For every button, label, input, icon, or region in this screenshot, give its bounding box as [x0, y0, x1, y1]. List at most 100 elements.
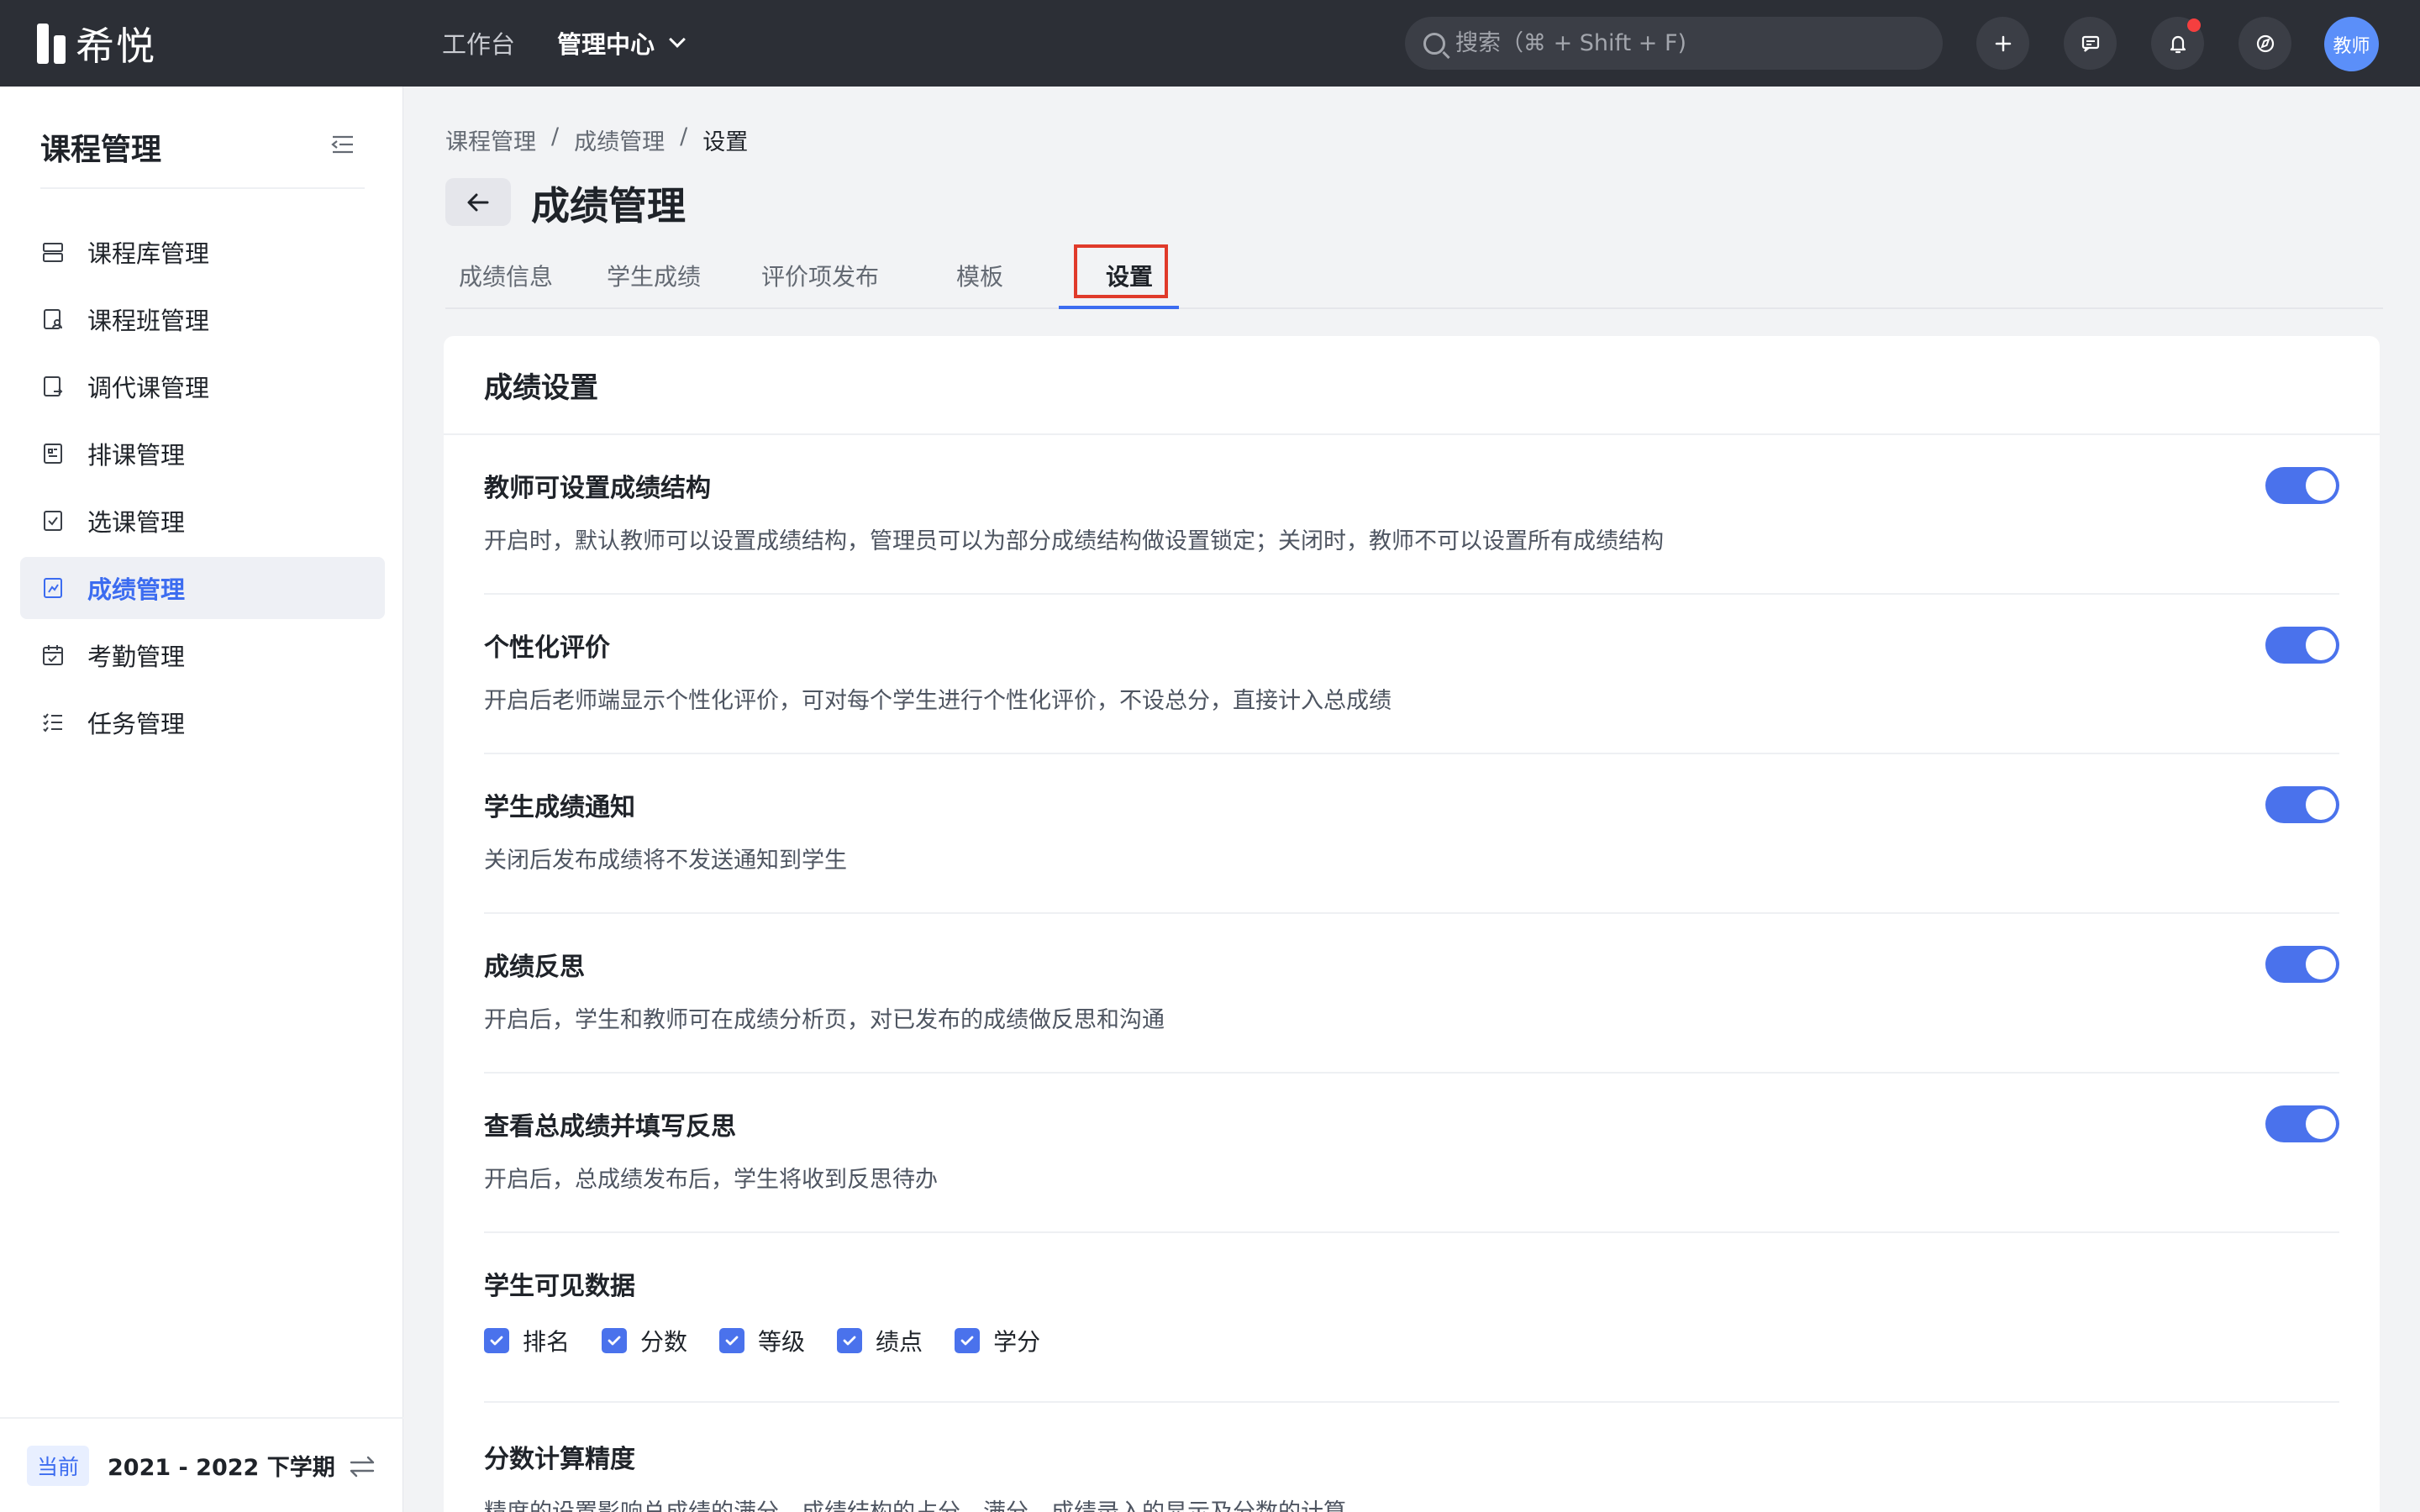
- setting-desc: 开启后，总成绩发布后，学生将收到反思待办: [484, 1167, 938, 1193]
- current-term-tag: 当前: [27, 1445, 90, 1486]
- notifications-button[interactable]: [2151, 17, 2204, 70]
- sidebar-item-label: 调代课管理: [87, 374, 210, 402]
- nav-admin-center[interactable]: 管理中心: [557, 25, 686, 60]
- visible-data-options: 排名 分数 等级 绩点 学分: [484, 1324, 1040, 1357]
- sidebar-item-course-library[interactable]: 课程库管理: [20, 221, 385, 283]
- setting-teacher-structure: 教师可设置成绩结构 开启时，默认教师可以设置成绩结构，管理员可以为部分成绩结构做…: [484, 435, 2339, 595]
- search-input[interactable]: [1455, 30, 1926, 56]
- sidebar-item-label: 排课管理: [87, 441, 186, 470]
- plus-icon: [1995, 35, 2011, 51]
- setting-grade-reflection: 成绩反思 开启后，学生和教师可在成绩分析页，对已发布的成绩做反思和沟通: [484, 914, 2339, 1074]
- arrow-left-icon: [467, 193, 489, 211]
- setting-desc: 开启时，默认教师可以设置成绩结构，管理员可以为部分成绩结构做设置锁定；关闭时，教…: [484, 528, 1664, 554]
- setting-title: 查看总成绩并填写反思: [484, 1112, 736, 1142]
- course-class-icon: [44, 309, 62, 329]
- checkbox-label: 学分: [993, 1328, 1041, 1356]
- checkbox-label: 分数: [640, 1328, 688, 1356]
- sidebar-item-label: 选课管理: [87, 508, 186, 537]
- setting-desc: 精度的设置影响总成绩的满分、成绩结构的占分、满分、成绩录入的显示及分数的计算: [484, 1494, 1346, 1512]
- tab-active-underline: [1059, 306, 1179, 309]
- sidebar-item-attendance[interactable]: 考勤管理: [20, 624, 385, 686]
- sidebar-menu: 课程库管理 课程班管理 调代课管理 排课管理 选课管理 成绩管理 考勤管理 任务…: [20, 221, 385, 759]
- compass-icon: [2256, 34, 2274, 52]
- checkbox-gpa[interactable]: 绩点: [837, 1324, 923, 1357]
- setting-title: 学生可见数据: [484, 1272, 635, 1301]
- nav-admin-center-label: 管理中心: [557, 30, 655, 59]
- sidebar-item-label: 成绩管理: [87, 575, 186, 604]
- swap-icon[interactable]: [348, 1454, 376, 1479]
- messages-button[interactable]: [2064, 17, 2117, 70]
- back-button[interactable]: [445, 178, 511, 226]
- tab-grade-info[interactable]: 成绩信息: [459, 242, 553, 309]
- sidebar-item-tasks[interactable]: 任务管理: [20, 691, 385, 753]
- sidebar-item-label: 考勤管理: [87, 643, 186, 671]
- course-library-icon: [43, 243, 63, 262]
- toggle-total-reflection[interactable]: [2265, 1105, 2339, 1142]
- setting-personalized-evaluation: 个性化评价 开启后老师端显示个性化评价，可对每个学生进行个性化评价，不设总分，直…: [484, 595, 2339, 754]
- chat-icon: [2081, 35, 2099, 52]
- setting-desc: 开启后老师端显示个性化评价，可对每个学生进行个性化评价，不设总分，直接计入总成绩: [484, 688, 1392, 714]
- check-icon: [719, 1328, 745, 1353]
- checkbox-credit[interactable]: 学分: [955, 1324, 1040, 1357]
- search-bar[interactable]: [1405, 17, 1943, 70]
- toggle-grade-notification[interactable]: [2265, 786, 2339, 823]
- setting-title: 成绩反思: [484, 953, 585, 982]
- substitute-icon: [44, 376, 63, 396]
- sidebar-item-schedule[interactable]: 排课管理: [20, 423, 385, 485]
- checkbox-label: 排名: [523, 1328, 571, 1356]
- logo-mark-icon: [37, 23, 66, 65]
- setting-title: 个性化评价: [484, 633, 610, 663]
- schedule-icon: [44, 444, 62, 464]
- term-label: 2021 - 2022 下学期: [108, 1455, 335, 1481]
- toggle-personalized-evaluation[interactable]: [2265, 627, 2339, 664]
- checkbox-level[interactable]: 等级: [719, 1324, 805, 1357]
- breadcrumb-course[interactable]: 课程管理: [445, 123, 536, 156]
- sidebar-item-label: 任务管理: [87, 710, 186, 738]
- select-course-icon: [44, 511, 62, 531]
- toggle-grade-reflection[interactable]: [2265, 946, 2339, 983]
- sidebar-divider: [40, 187, 365, 189]
- sidebar-item-label: 课程库管理: [87, 239, 210, 268]
- top-nav: 工作台 管理中心: [442, 25, 686, 60]
- setting-title: 教师可设置成绩结构: [484, 474, 711, 503]
- nav-workbench[interactable]: 工作台: [442, 25, 515, 60]
- tab-student-grades[interactable]: 学生成绩: [607, 242, 701, 309]
- bell-icon: [2170, 35, 2186, 53]
- setting-title: 分数计算精度: [484, 1445, 635, 1474]
- avatar[interactable]: 教师: [2324, 17, 2379, 71]
- add-button[interactable]: [1976, 17, 2029, 70]
- logo[interactable]: 希悦: [37, 22, 156, 69]
- checkbox-score[interactable]: 分数: [602, 1324, 687, 1357]
- checkbox-label: 等级: [758, 1328, 806, 1356]
- tab-bar: 成绩信息 学生成绩 评价项发布 模板 设置: [445, 242, 2383, 309]
- card-title: 成绩设置: [484, 371, 598, 405]
- top-bar: 希悦 工作台 管理中心 教师: [0, 0, 2420, 87]
- grades-icon: [44, 578, 62, 598]
- sidebar-title: 课程管理: [40, 133, 162, 167]
- term-selector[interactable]: 当前 2021 - 2022 下学期: [0, 1417, 403, 1512]
- setting-desc: 开启后，学生和教师可在成绩分析页，对已发布的成绩做反思和沟通: [484, 1007, 1165, 1033]
- notification-badge: [2187, 18, 2201, 32]
- check-icon: [602, 1328, 628, 1353]
- page-title: 成绩管理: [531, 183, 686, 228]
- sidebar-item-substitute[interactable]: 调代课管理: [20, 355, 385, 417]
- check-icon: [837, 1328, 863, 1353]
- sidebar: 课程管理 课程库管理 课程班管理 调代课管理 排课管理 选课管理 成绩管理 考勤…: [0, 87, 403, 1512]
- checkbox-label: 绩点: [876, 1328, 923, 1356]
- checkbox-rank[interactable]: 排名: [484, 1324, 570, 1357]
- sidebar-item-select-course[interactable]: 选课管理: [20, 490, 385, 552]
- collapse-menu-icon[interactable]: [329, 134, 356, 155]
- breadcrumb-grades[interactable]: 成绩管理: [574, 123, 665, 156]
- sidebar-item-grades[interactable]: 成绩管理: [20, 557, 385, 619]
- sidebar-item-course-class[interactable]: 课程班管理: [20, 288, 385, 350]
- help-button[interactable]: [2238, 17, 2291, 70]
- tab-evaluation-publish[interactable]: 评价项发布: [761, 242, 879, 309]
- tab-templates[interactable]: 模板: [956, 242, 1003, 309]
- setting-title: 学生成绩通知: [484, 793, 635, 822]
- breadcrumb-separator: /: [551, 123, 560, 150]
- toggle-teacher-structure[interactable]: [2265, 467, 2339, 504]
- logo-text: 希悦: [76, 24, 156, 69]
- setting-desc: 关闭后发布成绩将不发送通知到学生: [484, 848, 847, 874]
- chevron-down-icon: [669, 31, 686, 48]
- check-icon: [955, 1328, 981, 1353]
